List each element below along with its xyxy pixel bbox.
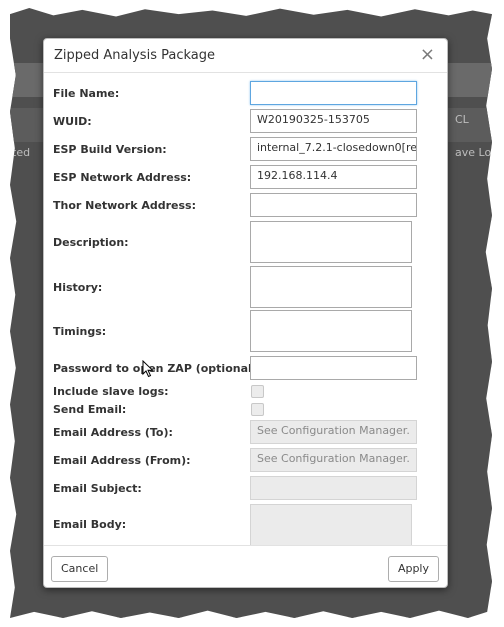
dialog-header: Zipped Analysis Package × xyxy=(44,39,447,73)
email-subject-input[interactable] xyxy=(250,476,417,500)
send-email-label: Send Email: xyxy=(53,403,127,416)
esp-build-version-input[interactable]: internal_7.2.1-closedown0[re xyxy=(250,137,417,161)
include-slave-logs-checkbox[interactable] xyxy=(251,385,264,398)
password-label: Password to open ZAP (optional): xyxy=(53,362,262,375)
background-text: ted xyxy=(12,146,31,159)
password-input[interactable] xyxy=(250,356,417,380)
send-email-checkbox[interactable] xyxy=(251,403,264,416)
esp-network-address-input[interactable]: 192.168.114.4 xyxy=(250,165,417,189)
email-body-label: Email Body: xyxy=(53,518,127,531)
background-text: ave Lo xyxy=(455,146,492,159)
timings-textarea[interactable] xyxy=(250,310,412,352)
include-slave-logs-label: Include slave logs: xyxy=(53,385,169,398)
history-label: History: xyxy=(53,281,103,294)
apply-button[interactable]: Apply xyxy=(387,556,439,582)
file-name-input[interactable] xyxy=(250,81,417,105)
dialog-title: Zipped Analysis Package xyxy=(54,48,215,63)
email-from-label: Email Address (From): xyxy=(53,454,191,467)
close-icon[interactable]: × xyxy=(420,45,435,65)
thor-network-address-input[interactable] xyxy=(250,193,417,217)
email-body-textarea[interactable] xyxy=(250,504,412,546)
description-textarea[interactable] xyxy=(250,221,412,263)
file-name-label: File Name: xyxy=(53,87,120,100)
dialog-footer: Cancel Apply xyxy=(44,545,447,587)
email-from-input[interactable]: See Configuration Manager. xyxy=(250,448,417,472)
esp-build-version-label: ESP Build Version: xyxy=(53,143,167,156)
mouse-cursor-icon xyxy=(142,360,154,378)
esp-network-address-label: ESP Network Address: xyxy=(53,171,192,184)
zipped-analysis-dialog: Zipped Analysis Package × File Name: WUI… xyxy=(43,38,448,588)
background-text: CL xyxy=(455,113,469,126)
thor-network-address-label: Thor Network Address: xyxy=(53,199,196,212)
email-to-input[interactable]: See Configuration Manager. xyxy=(250,420,417,444)
wuid-input[interactable]: W20190325-153705 xyxy=(250,109,417,133)
email-to-label: Email Address (To): xyxy=(53,426,173,439)
timings-label: Timings: xyxy=(53,325,107,338)
cancel-button[interactable]: Cancel xyxy=(51,556,109,582)
wuid-label: WUID: xyxy=(53,115,92,128)
email-subject-label: Email Subject: xyxy=(53,482,142,495)
description-label: Description: xyxy=(53,236,129,249)
history-textarea[interactable] xyxy=(250,266,412,308)
